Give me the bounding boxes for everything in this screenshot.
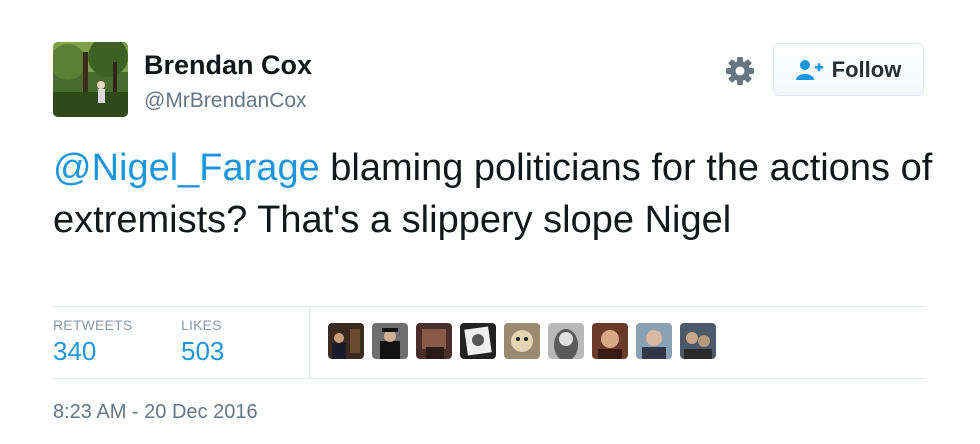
forest-photo: [53, 42, 128, 117]
likes-count: 503: [181, 336, 225, 366]
liker-avatar[interactable]: [328, 323, 364, 359]
gear-icon[interactable]: [724, 55, 756, 87]
liker-avatar[interactable]: [680, 323, 716, 359]
liker-avatar[interactable]: [504, 323, 540, 359]
follow-button[interactable]: Follow: [773, 43, 924, 96]
liker-avatar[interactable]: [548, 323, 584, 359]
user-avatar[interactable]: [53, 42, 128, 117]
user-display-name[interactable]: Brendan Cox: [144, 50, 312, 81]
tweet-timestamp[interactable]: 8:23 AM - 20 Dec 2016: [53, 401, 258, 424]
liker-avatar[interactable]: [592, 323, 628, 359]
likes-label: LIKES: [181, 317, 222, 333]
retweets-count: 340: [53, 336, 97, 366]
stats-top-divider: [53, 306, 925, 307]
follow-button-label: Follow: [831, 56, 902, 82]
liker-avatar[interactable]: [636, 323, 672, 359]
stats-vertical-divider: [309, 306, 310, 378]
mention-link[interactable]: @Nigel_Farage: [53, 147, 320, 189]
likes-stat[interactable]: LIKES 503: [181, 317, 224, 367]
liker-avatar[interactable]: [460, 323, 496, 359]
user-handle[interactable]: @MrBrendanCox: [144, 89, 307, 113]
add-user-icon: [795, 59, 823, 80]
liker-avatars: [328, 323, 716, 359]
retweets-stat[interactable]: RETWEETS 340: [53, 317, 132, 367]
stats-bottom-divider: [53, 378, 925, 379]
liker-avatar[interactable]: [416, 323, 452, 359]
liker-avatar[interactable]: [372, 323, 408, 359]
tweet-text: @Nigel_Farage blaming politicians for th…: [53, 142, 933, 246]
retweets-label: RETWEETS: [53, 317, 133, 333]
